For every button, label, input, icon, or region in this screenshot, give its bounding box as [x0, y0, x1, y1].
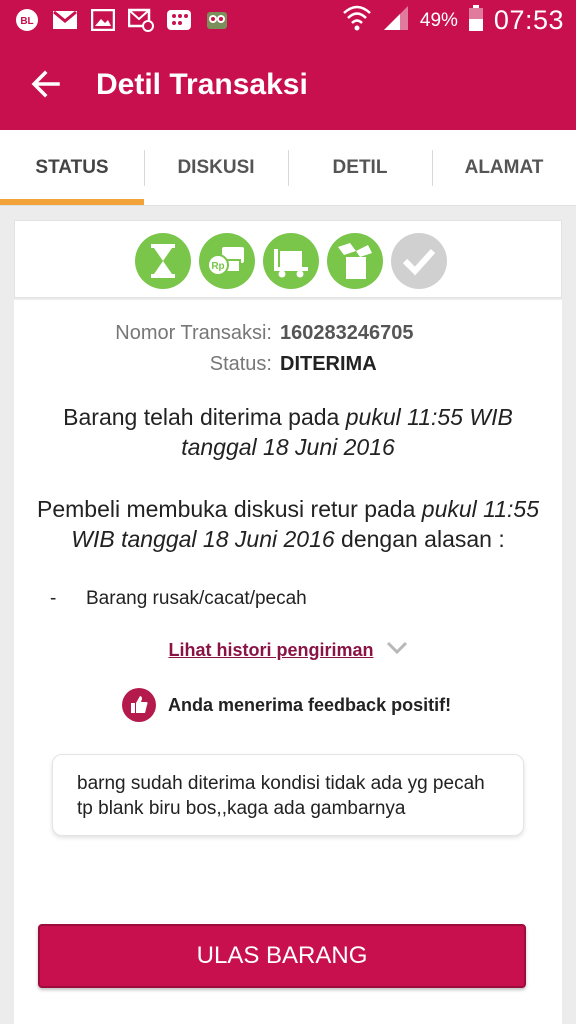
- progress-steps: Rp: [135, 233, 447, 289]
- transaction-content: Nomor Transaksi: 160283246705 Status: DI…: [14, 300, 562, 1024]
- tab-detil[interactable]: DETIL: [288, 130, 432, 205]
- message-icon: [128, 8, 154, 32]
- chevron-down-icon[interactable]: [386, 641, 408, 660]
- tab-diskusi[interactable]: DISKUSI: [144, 130, 288, 205]
- reason-dash: -: [50, 588, 57, 609]
- tab-bar: STATUS DISKUSI DETIL ALAMAT: [0, 130, 576, 206]
- transaction-number-row: Nomor Transaksi: 160283246705: [14, 318, 562, 349]
- shipping-history-link[interactable]: Lihat histori pengiriman: [168, 640, 373, 661]
- svg-text:BL: BL: [20, 16, 33, 27]
- svg-text:Rp: Rp: [211, 261, 224, 272]
- signal-icon: [382, 4, 410, 37]
- transaction-number-value: 160283246705: [280, 322, 414, 344]
- thumbs-up-icon: [122, 688, 156, 722]
- return-reason: - Barang rusak/cacat/pecah: [50, 588, 307, 610]
- transaction-meta: Nomor Transaksi: 160283246705 Status: DI…: [14, 318, 562, 380]
- truck-icon: [263, 233, 319, 289]
- gallery-icon: [90, 8, 116, 32]
- status-value: DITERIMA: [280, 353, 377, 375]
- return-message: Pembeli membuka diskusi retur pada pukul…: [36, 496, 540, 552]
- owl-icon: [204, 8, 230, 32]
- bbm-icon: BL: [14, 8, 40, 32]
- package-received-icon: [327, 233, 383, 289]
- transaction-number-label: Nomor Transaksi:: [115, 322, 272, 344]
- feedback-text: Anda menerima feedback positif!: [168, 694, 452, 715]
- notification-icons: BL: [14, 8, 230, 32]
- tab-alamat[interactable]: ALAMAT: [432, 130, 576, 205]
- feedback-notice: Anda menerima feedback positif!: [122, 688, 451, 722]
- system-icons: 49% 07:53: [342, 4, 564, 37]
- battery-icon: [468, 4, 484, 37]
- status-bar: BL 49% 07:53: [0, 0, 576, 40]
- review-product-button[interactable]: ULAS BARANG: [38, 924, 526, 988]
- hourglass-icon: [135, 233, 191, 289]
- app-bar: Detil Transaksi: [0, 40, 576, 130]
- payment-icon: Rp: [199, 233, 255, 289]
- wifi-icon: [342, 4, 372, 37]
- battery-percent: 49%: [419, 9, 458, 31]
- reason-text: Barang rusak/cacat/pecah: [86, 588, 307, 609]
- shipping-history[interactable]: Lihat histori pengiriman: [14, 640, 562, 661]
- check-icon: [391, 233, 447, 289]
- back-arrow-icon[interactable]: [28, 66, 64, 102]
- transaction-status-row: Status: DITERIMA: [14, 349, 562, 380]
- tab-status[interactable]: STATUS: [0, 130, 144, 205]
- page-title: Detil Transaksi: [96, 68, 308, 101]
- progress-card: Rp: [14, 220, 562, 298]
- feedback-comment: barng sudah diterima kondisi tidak ada y…: [52, 754, 524, 836]
- blackberry-icon: [166, 8, 192, 32]
- gmail-icon: [52, 8, 78, 32]
- status-label: Status:: [209, 353, 272, 375]
- received-message: Barang telah diterima pada pukul 11:55 W…: [63, 404, 513, 460]
- clock: 07:53: [493, 5, 564, 35]
